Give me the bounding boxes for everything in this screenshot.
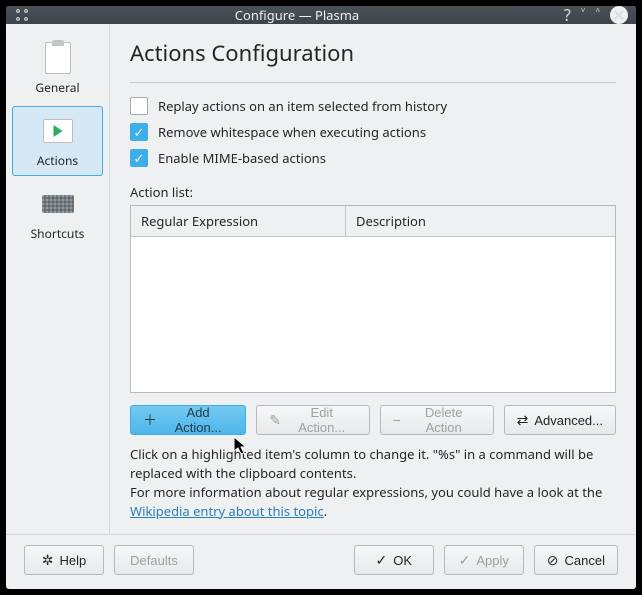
checkbox-whitespace-row[interactable]: Remove whitespace when executing actions <box>130 123 616 141</box>
check-icon: ✓ <box>459 553 471 567</box>
sidebar: General Actions Shortcuts <box>6 24 110 534</box>
lifebuoy-icon: ✲ <box>42 553 54 567</box>
minus-icon: − <box>393 413 401 427</box>
help-titlebar-icon[interactable]: ? <box>564 7 571 23</box>
sidebar-item-label: General <box>35 79 79 96</box>
checkbox-label: Replay actions on an item selected from … <box>158 97 447 115</box>
cancel-icon: ⊘ <box>547 553 559 567</box>
checkbox-label: Remove whitespace when executing actions <box>158 123 426 141</box>
delete-action-button[interactable]: − Delete Action <box>380 405 494 435</box>
plus-icon: ＋ <box>143 413 157 427</box>
play-icon <box>42 115 74 147</box>
help-button[interactable]: ✲ Help <box>24 545 104 575</box>
check-icon: ✓ <box>376 553 388 567</box>
maximize-icon[interactable]: ˄ <box>595 7 600 23</box>
checkbox-label: Enable MIME-based actions <box>158 149 326 167</box>
sliders-icon: ⇄ <box>517 413 529 427</box>
column-regex[interactable]: Regular Expression <box>131 206 346 236</box>
table-body[interactable] <box>131 237 615 392</box>
sidebar-item-label: Shortcuts <box>31 225 85 242</box>
sidebar-item-actions[interactable]: Actions <box>12 106 103 176</box>
add-action-button[interactable]: ＋ Add Action... <box>130 405 246 435</box>
checkbox-mime-row[interactable]: Enable MIME-based actions <box>130 149 616 167</box>
edit-action-button[interactable]: ✎ Edit Action... <box>256 405 369 435</box>
window: Configure — Plasma ? ˅ ˄ ✕ General Actio… <box>6 6 636 589</box>
sidebar-item-label: Actions <box>37 152 78 169</box>
checkbox-replay[interactable] <box>130 97 148 115</box>
close-icon[interactable]: ✕ <box>610 6 628 24</box>
help-text: Click on a highlighted item's column to … <box>130 445 616 520</box>
checkbox-whitespace[interactable] <box>130 123 148 141</box>
defaults-button[interactable]: Defaults <box>114 545 194 575</box>
ok-button[interactable]: ✓ OK <box>354 545 434 575</box>
action-list-table[interactable]: Regular Expression Description <box>130 205 616 393</box>
titlebar[interactable]: Configure — Plasma ? ˅ ˄ ✕ <box>6 6 636 24</box>
column-description[interactable]: Description <box>346 206 615 236</box>
checkbox-mime[interactable] <box>130 149 148 167</box>
checkbox-replay-row[interactable]: Replay actions on an item selected from … <box>130 97 616 115</box>
sidebar-item-general[interactable]: General <box>12 34 103 102</box>
action-list-label: Action list: <box>130 183 616 201</box>
table-header: Regular Expression Description <box>131 206 615 237</box>
window-title: Configure — Plasma <box>30 6 564 24</box>
sidebar-item-shortcuts[interactable]: Shortcuts <box>12 180 103 248</box>
pencil-icon: ✎ <box>269 413 281 427</box>
clipboard-icon <box>42 42 74 74</box>
app-icon <box>14 7 30 23</box>
main-panel: Actions Configuration Replay actions on … <box>110 24 636 534</box>
advanced-button[interactable]: ⇄ Advanced... <box>504 405 616 435</box>
divider <box>130 82 616 83</box>
apply-button[interactable]: ✓ Apply <box>444 545 524 575</box>
cancel-button[interactable]: ⊘ Cancel <box>534 545 618 575</box>
wikipedia-link[interactable]: Wikipedia entry about this topic <box>130 502 324 520</box>
minimize-icon[interactable]: ˅ <box>581 7 586 23</box>
footer: ✲ Help Defaults ✓ OK ✓ Apply ⊘ Cancel <box>6 534 636 589</box>
page-title: Actions Configuration <box>130 38 616 68</box>
keyboard-icon <box>42 188 74 220</box>
